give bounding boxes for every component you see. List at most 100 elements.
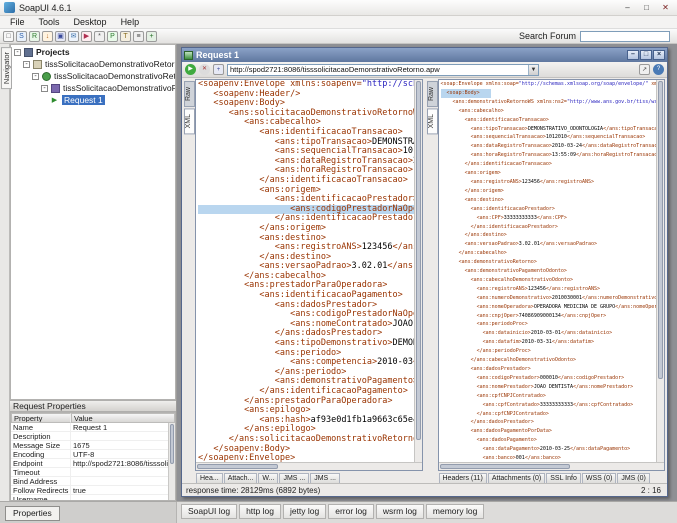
xml-line[interactable]: <ans:cpfCNPJContratado> bbox=[441, 392, 546, 401]
xml-line[interactable]: <ans:sequencialTransacao>1012010</ans:se… bbox=[441, 133, 646, 142]
xml-line[interactable]: <ans:destino> bbox=[441, 196, 504, 205]
float-window-icon[interactable]: – bbox=[627, 50, 639, 60]
cancel-request-icon[interactable]: ✕ bbox=[199, 64, 210, 75]
xml-line[interactable]: </soapenv:Envelope> bbox=[198, 454, 295, 462]
online-help-icon[interactable]: ? bbox=[653, 64, 664, 75]
xml-line[interactable]: <ans:cnpjOper>74086909000134</ans:cnpjOp… bbox=[441, 312, 607, 321]
response-editor-tab-raw[interactable]: Raw bbox=[427, 81, 438, 107]
maximize-window-icon[interactable]: □ bbox=[640, 50, 652, 60]
request-vscroll-thumb[interactable] bbox=[416, 81, 421, 440]
response-subtab[interactable]: Attachments (0) bbox=[488, 473, 545, 483]
xml-line[interactable]: <ans:demonstrativoPagamentoOdonto> bbox=[441, 267, 567, 276]
xml-line[interactable]: </ans:destino> bbox=[441, 231, 507, 240]
tree-node-operation[interactable]: -tissSolicitacaoDemonstrativoRetorno bbox=[11, 82, 175, 94]
new-rest-project-icon[interactable]: R bbox=[29, 31, 40, 42]
request-subtab[interactable]: W... bbox=[258, 473, 278, 483]
xml-line[interactable]: <ans:cabecalhoDemonstrativoOdonto> bbox=[441, 276, 573, 285]
xml-line[interactable]: </ans:periodoProc> bbox=[441, 347, 531, 356]
xml-line[interactable]: <ans:cabecalho> bbox=[441, 107, 504, 116]
xml-line[interactable]: <ans:datafim>2010-03-31</ans:datafim> bbox=[441, 338, 595, 347]
xml-line[interactable]: <ans:registroANS>123456</ans:registroANS… bbox=[441, 178, 595, 187]
xml-line[interactable]: <ans:demonstrativoRetorno> bbox=[441, 258, 537, 267]
xml-line[interactable]: <ans:dataRegistroTransacao>2010-03-24</a… bbox=[441, 142, 657, 151]
xml-line[interactable]: <ans:datainicio>2010-03-01</ans:datainic… bbox=[441, 329, 613, 338]
search-input[interactable] bbox=[580, 31, 670, 42]
xml-line[interactable]: <ans:horaRegistroTransacao>13:55:09</ans… bbox=[441, 151, 657, 160]
xml-line[interactable]: <ans:tipoTransacao>DEMONSTRATIVO_ODONTOL… bbox=[441, 125, 657, 134]
request-subtab[interactable]: JMS ... bbox=[310, 473, 340, 483]
xml-line[interactable]: </ans:cpfCNPJContratado> bbox=[441, 410, 549, 419]
request-window-titlebar[interactable]: Request 1 –□× bbox=[182, 48, 667, 62]
log-tab-wsrm-log[interactable]: wsrm log bbox=[376, 504, 424, 519]
xml-line[interactable]: <ans:periodoProc> bbox=[441, 320, 528, 329]
forum-icon[interactable]: ✉ bbox=[68, 31, 79, 42]
request-xml-editor[interactable]: <soapenv:Envelope xmlns:soapenv="http://… bbox=[196, 80, 414, 462]
log-tab-soapui-log[interactable]: SoapUI log bbox=[181, 504, 237, 519]
request-subtab[interactable]: Hea... bbox=[196, 473, 223, 483]
menu-desktop[interactable]: Desktop bbox=[67, 17, 114, 27]
preferences-icon[interactable]: * bbox=[94, 31, 105, 42]
response-horizontal-scrollbar[interactable] bbox=[439, 462, 665, 470]
collapse-toggle-icon[interactable]: - bbox=[23, 61, 30, 68]
response-subtab[interactable]: Headers (11) bbox=[439, 473, 487, 483]
request-horizontal-scrollbar[interactable] bbox=[196, 462, 422, 470]
endpoint-combo[interactable]: http://spod2721:8086/tisssolicitacaoDemo… bbox=[227, 64, 539, 76]
xml-line[interactable]: <ans:demonstrativoRetornoWS xmlns:ns2="h… bbox=[441, 98, 657, 107]
xml-line[interactable]: <soap:Envelope xmlns:soap="http://schema… bbox=[441, 80, 657, 89]
menu-tools[interactable]: Tools bbox=[32, 17, 67, 27]
tree-node-project[interactable]: -tissSolicitacaoDemonstrativoRetornoV3_0… bbox=[11, 58, 175, 70]
xml-line[interactable]: <ans:CPF>33333333333</ans:CPF> bbox=[441, 214, 567, 223]
chevron-down-icon[interactable]: ▼ bbox=[528, 65, 538, 75]
xml-line[interactable]: <ans:dadosPagamentoPorData> bbox=[441, 427, 552, 436]
tree-node-request[interactable]: ▶Request 1 bbox=[11, 94, 175, 106]
properties-scrollbar[interactable] bbox=[168, 423, 175, 500]
column-header-property[interactable]: Property bbox=[11, 413, 71, 423]
xml-line[interactable]: </ans:cabecalhoDemonstrativoOdonto> bbox=[441, 356, 576, 365]
properties-tab[interactable]: Properties bbox=[5, 506, 60, 521]
response-subtab[interactable]: JMS (0) bbox=[617, 473, 650, 483]
tear-off-icon[interactable]: ↗ bbox=[639, 64, 650, 75]
close-window-icon[interactable]: × bbox=[653, 50, 665, 60]
response-editor-tab-xml[interactable]: XML bbox=[427, 108, 438, 134]
response-hscroll-thumb[interactable] bbox=[440, 464, 571, 469]
save-all-projects-icon[interactable]: ▣ bbox=[55, 31, 66, 42]
log-tab-memory-log[interactable]: memory log bbox=[426, 504, 484, 519]
xml-line[interactable]: <ans:nomeOperadora>OPERADORA MEDICINA DE… bbox=[441, 303, 657, 312]
minimize-icon[interactable]: – bbox=[618, 1, 637, 14]
add-to-testcase-icon[interactable]: + bbox=[213, 64, 224, 75]
column-header-value[interactable]: Value bbox=[71, 413, 175, 423]
xml-line[interactable]: <ans:numeroDemonstrativo>2010030001</ans… bbox=[441, 294, 657, 303]
menu-file[interactable]: File bbox=[3, 17, 32, 27]
xml-line[interactable]: </ans:identificacaoPrestador> bbox=[441, 223, 558, 232]
log-tab-http-log[interactable]: http log bbox=[239, 504, 281, 519]
navigator-tab[interactable]: Navigator bbox=[1, 47, 12, 89]
new-soap-project-icon[interactable]: S bbox=[16, 31, 27, 42]
log-tab-error-log[interactable]: error log bbox=[328, 504, 374, 519]
response-vscroll-thumb[interactable] bbox=[658, 81, 663, 379]
collapse-toggle-icon[interactable]: - bbox=[32, 73, 39, 80]
property-row[interactable]: Username bbox=[11, 495, 175, 501]
xml-line[interactable]: <ans:origem> bbox=[441, 169, 501, 178]
xml-line[interactable]: <ans:dadosPrestador> bbox=[441, 365, 531, 374]
request-editor-tab-raw[interactable]: Raw bbox=[184, 81, 195, 107]
request-subtab[interactable]: JMS ... bbox=[279, 473, 309, 483]
xml-line[interactable]: </ans:identificacaoTransacao> bbox=[441, 160, 552, 169]
xml-line[interactable]: <ans:cpfContratado>33333333333</ans:cpfC… bbox=[441, 401, 634, 410]
response-subtab[interactable]: SSL Info bbox=[546, 473, 581, 483]
request-hscroll-thumb[interactable] bbox=[197, 464, 278, 469]
import-project-icon[interactable]: ↓ bbox=[42, 31, 53, 42]
request-vertical-scrollbar[interactable] bbox=[414, 80, 422, 462]
request-editor-tab-xml[interactable]: XML bbox=[184, 108, 195, 134]
response-vertical-scrollbar[interactable] bbox=[656, 80, 664, 462]
tree-node-root[interactable]: -Projects bbox=[11, 46, 175, 58]
soapui-pro-icon[interactable]: + bbox=[146, 31, 157, 42]
xml-line[interactable]: </ans:origem> bbox=[441, 187, 504, 196]
request-subtab[interactable]: Attach... bbox=[224, 473, 258, 483]
xml-line[interactable]: </ans:dadosPrestador> bbox=[441, 418, 534, 427]
xml-line[interactable]: <ans:identificacaoTransacao> bbox=[441, 116, 549, 125]
response-xml-editor[interactable]: <soap:Envelope xmlns:soap="http://schema… bbox=[439, 80, 657, 462]
proxy-icon[interactable]: P bbox=[107, 31, 118, 42]
log-tab-jetty-log[interactable]: jetty log bbox=[283, 504, 326, 519]
submit-request-icon[interactable]: ▶ bbox=[185, 64, 196, 75]
xml-line[interactable]: <ans:registroANS>123456</ans:registroANS… bbox=[441, 285, 601, 294]
